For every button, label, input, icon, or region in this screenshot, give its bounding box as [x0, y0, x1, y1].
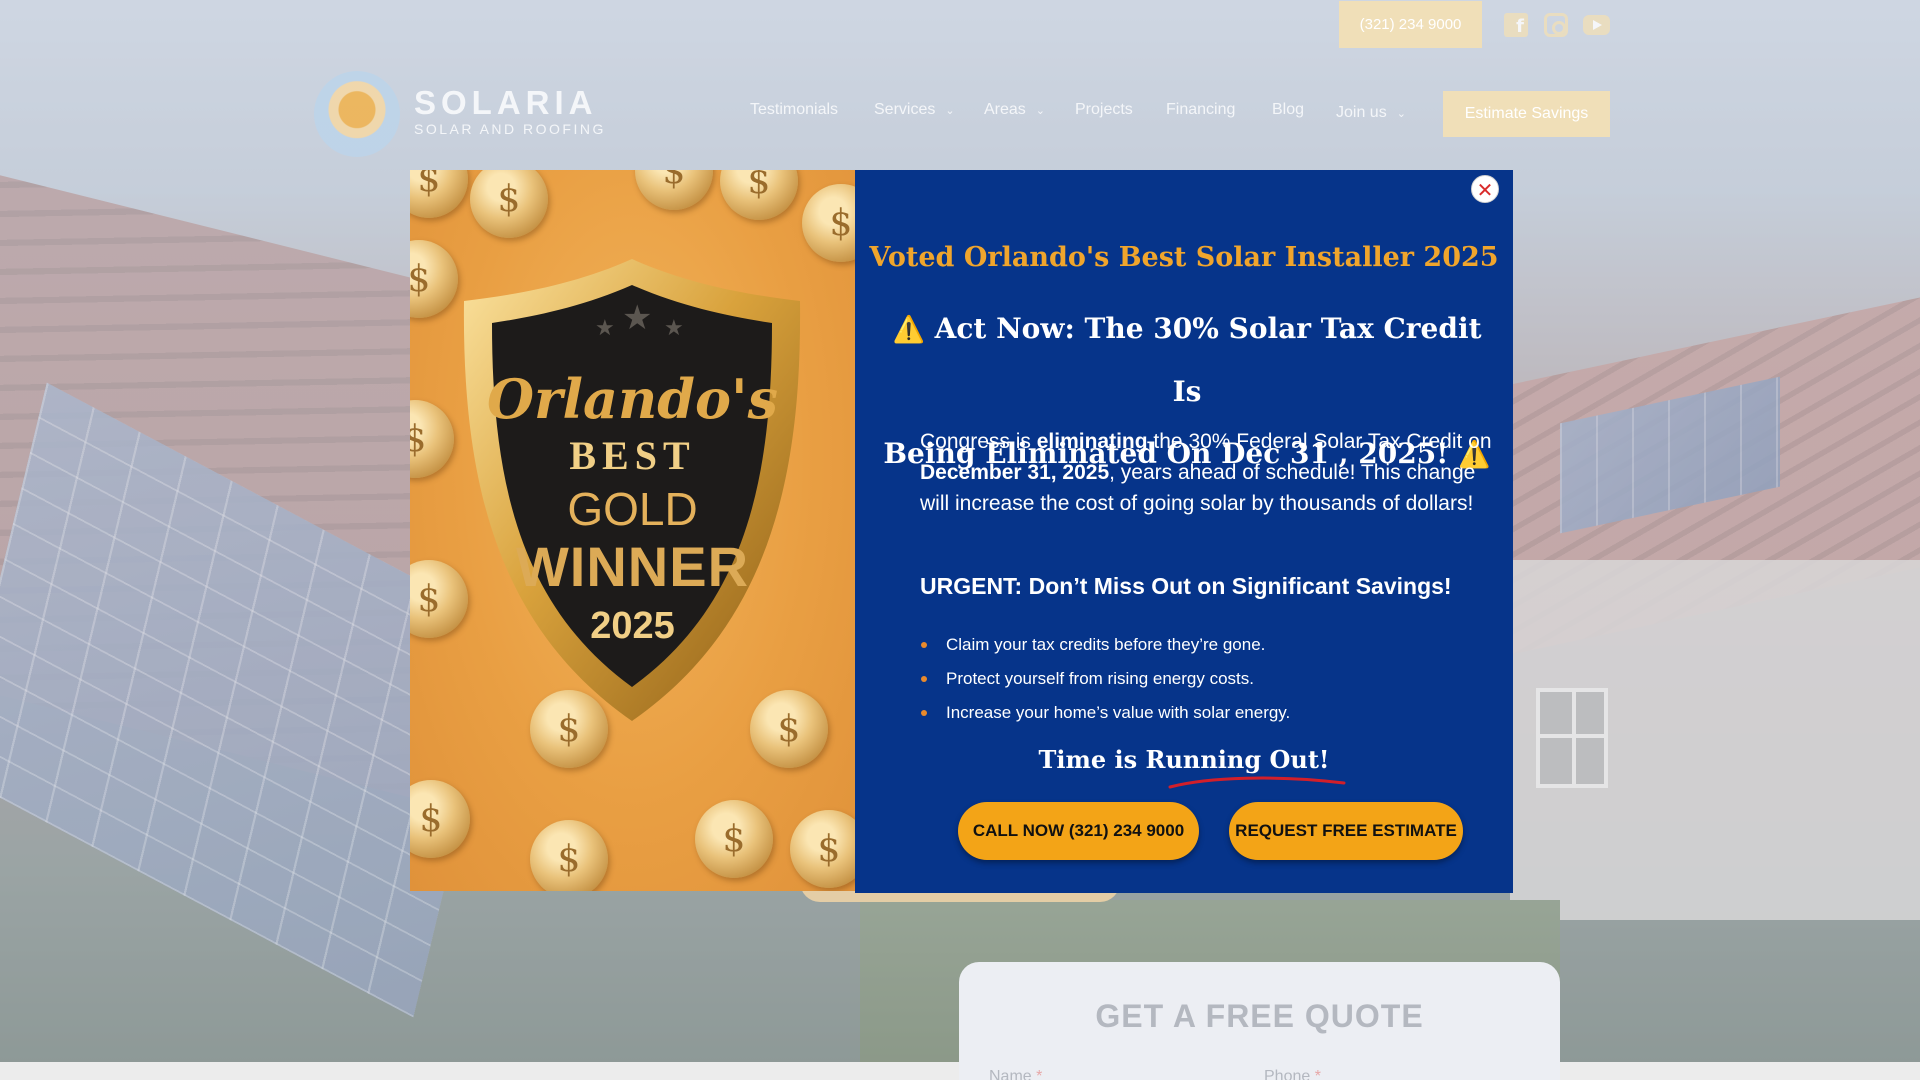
tax-credit-paragraph: Congress is eliminating the 30% Federal … — [920, 426, 1498, 519]
badge-line-3: GOLD — [567, 483, 698, 535]
svg-text:★: ★ — [622, 298, 652, 338]
badge-line-2: BEST — [569, 433, 696, 478]
facebook-icon[interactable]: f — [1504, 13, 1528, 37]
badge-line-4: WINNER — [515, 535, 750, 598]
required-mark: * — [1314, 1068, 1321, 1080]
coin-icon: $ — [530, 820, 608, 891]
nav-item-join-us[interactable]: Join us ⌄ — [1336, 104, 1406, 122]
youtube-icon[interactable] — [1583, 15, 1610, 35]
header-phone-button[interactable]: (321) 234 9000 — [1339, 1, 1482, 48]
coin-icon: $ — [635, 170, 713, 210]
orlandos-best-badge-image: $ $ $ $ $ $ $ $ $ $ $ $ $ $ ★ ★ ★ Orland… — [410, 170, 855, 891]
underline-scribble-icon — [1168, 776, 1346, 789]
name-field-label: Name * — [989, 1068, 1042, 1080]
paragraph-text: Congress is — [920, 430, 1037, 453]
chevron-down-icon: ⌄ — [1396, 107, 1406, 120]
coin-icon: $ — [410, 170, 468, 218]
nav-item-label: Testimonials — [750, 101, 839, 118]
coin-icon: $ — [410, 400, 454, 478]
name-label-text: Name — [989, 1068, 1032, 1080]
quote-form-title: GET A FREE QUOTE — [1095, 998, 1424, 1034]
time-running-out-heading: Time is Running Out! — [1038, 745, 1330, 774]
nav-item-services[interactable]: Services ⌄ — [874, 101, 955, 119]
svg-text:★: ★ — [664, 316, 684, 341]
logo-title[interactable]: SOLARIA — [414, 84, 598, 122]
warning-icon: ⚠️ — [892, 315, 925, 345]
coin-icon: $ — [720, 170, 798, 220]
nav-item-label: Areas — [984, 101, 1026, 118]
paragraph-bold: eliminating — [1036, 430, 1148, 453]
instagram-icon[interactable] — [1544, 13, 1568, 37]
phone-label-text: Phone — [1264, 1068, 1311, 1080]
phone-field-label: Phone * — [1264, 1068, 1321, 1080]
nav-item-financing[interactable]: Financing — [1166, 101, 1235, 119]
svg-text:★: ★ — [595, 316, 615, 341]
free-quote-form: GET A FREE QUOTE Name * Phone * — [959, 962, 1560, 1080]
coin-icon: $ — [695, 800, 773, 878]
award-heading: Voted Orlando's Best Solar Installer 202… — [869, 242, 1499, 273]
coin-icon: $ — [802, 184, 855, 262]
solaria-logo-icon[interactable] — [314, 71, 400, 157]
nav-item-label: Projects — [1075, 101, 1133, 118]
coin-icon: $ — [410, 780, 470, 858]
estimate-savings-button[interactable]: Estimate Savings — [1443, 91, 1610, 137]
paragraph-text: the 30% Federal Solar Tax Credit on — [1147, 430, 1492, 453]
promo-modal: $ $ $ $ $ $ $ $ $ $ $ $ $ $ ★ ★ ★ Orland… — [410, 170, 1513, 893]
nav-item-blog[interactable]: Blog — [1272, 101, 1304, 119]
close-icon[interactable]: ✕ — [1471, 175, 1499, 203]
nav-item-label: Blog — [1272, 101, 1305, 118]
required-mark: * — [1036, 1068, 1043, 1080]
paragraph-bold: December 31, 2025 — [920, 461, 1110, 484]
benefits-list: Claim your tax credits before they’re go… — [920, 628, 1290, 730]
coin-icon: $ — [790, 810, 855, 888]
nav-item-label: Financing — [1166, 101, 1236, 118]
urgent-heading: URGENT: Don’t Miss Out on Significant Sa… — [920, 573, 1452, 599]
call-now-button[interactable]: CALL NOW (321) 234 9000 — [958, 802, 1199, 860]
badge-line-5: 2025 — [590, 605, 675, 647]
chevron-down-icon: ⌄ — [945, 104, 955, 117]
nav-item-areas[interactable]: Areas ⌄ — [984, 101, 1045, 119]
chevron-down-icon: ⌄ — [1035, 104, 1046, 117]
list-item: Protect yourself from rising energy cost… — [920, 662, 1290, 696]
nav-item-testimonials[interactable]: Testimonials — [750, 101, 838, 119]
coin-icon: $ — [470, 170, 548, 238]
nav-item-projects[interactable]: Projects — [1075, 101, 1133, 119]
headline-text-1: Act Now: The 30% Solar Tax Credit Is — [934, 312, 1482, 408]
badge-line-1: Orlando's — [487, 367, 778, 431]
list-item: Claim your tax credits before they’re go… — [920, 628, 1290, 662]
logo-subtitle: SOLAR AND ROOFING — [414, 121, 606, 137]
headline-line-1: ⚠️ Act Now: The 30% Solar Tax Credit Is — [882, 298, 1492, 423]
list-item: Increase your home’s value with solar en… — [920, 696, 1290, 730]
nav-item-label: Services — [874, 101, 936, 118]
request-estimate-button[interactable]: REQUEST FREE ESTIMATE — [1229, 802, 1463, 860]
nav-item-label: Join us — [1336, 104, 1387, 121]
